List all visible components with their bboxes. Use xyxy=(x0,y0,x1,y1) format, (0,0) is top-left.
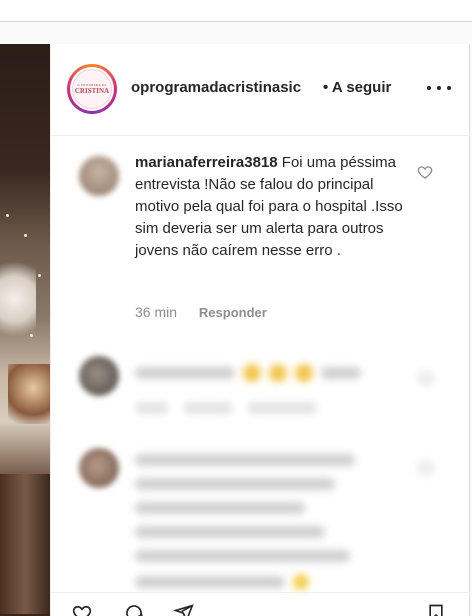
blurred-line xyxy=(183,402,233,414)
blurred-emoji xyxy=(269,364,287,382)
post-header: O PROGRAMA DA CRISTINA oprogramadacristi… xyxy=(51,44,471,136)
photo-light xyxy=(38,274,41,277)
reply-button[interactable]: Responder xyxy=(199,305,267,320)
blurred-line xyxy=(135,367,235,379)
dot xyxy=(437,86,441,90)
like-heart-icon[interactable] xyxy=(419,462,433,474)
like-heart-icon[interactable] xyxy=(419,372,433,384)
profile-avatar[interactable]: O PROGRAMA DA CRISTINA xyxy=(67,64,117,114)
browser-top-bar xyxy=(0,0,472,22)
comment-icon[interactable] xyxy=(123,603,145,616)
post-action-bar xyxy=(51,592,471,616)
comment-time: 36 min xyxy=(135,304,178,320)
photo-light xyxy=(30,334,33,337)
post-side-panel: O PROGRAMA DA CRISTINA oprogramadacristi… xyxy=(50,44,471,616)
logo-big-text: CRISTINA xyxy=(74,87,110,95)
blurred-line xyxy=(247,402,317,414)
blurred-line xyxy=(135,478,335,490)
blurred-line xyxy=(135,454,355,466)
photo-light xyxy=(12,294,15,297)
separator-dot: • xyxy=(323,79,329,96)
avatar-frame: O PROGRAMA DA CRISTINA xyxy=(70,67,114,111)
share-icon[interactable] xyxy=(173,603,195,616)
commenter-avatar[interactable] xyxy=(79,356,119,396)
post-photo[interactable] xyxy=(0,44,50,616)
like-heart-icon[interactable] xyxy=(417,164,433,180)
like-heart-icon[interactable] xyxy=(71,603,93,616)
blurred-emoji xyxy=(295,364,313,382)
photo-light xyxy=(6,214,9,217)
blurred-emoji xyxy=(243,364,261,382)
following-label: A seguir xyxy=(331,79,392,96)
blurred-line xyxy=(135,550,350,562)
photo-detail xyxy=(0,254,36,344)
photo-detail xyxy=(8,364,50,424)
blurred-comment-text xyxy=(135,454,385,590)
blurred-line xyxy=(135,502,305,514)
commenter-avatar[interactable] xyxy=(79,156,119,196)
comment-text-block: marianaferreira3818 Foi uma péssima entr… xyxy=(135,152,417,262)
blurred-line xyxy=(135,402,169,414)
blurred-line xyxy=(135,526,325,538)
comment-meta: 36 min Responder xyxy=(135,304,267,320)
dot xyxy=(447,86,451,90)
photo-detail xyxy=(0,474,50,614)
following-button[interactable]: • A seguir xyxy=(323,79,391,96)
blurred-comment-text xyxy=(135,364,385,426)
comment-username[interactable]: marianaferreira3818 xyxy=(135,154,278,171)
blurred-line xyxy=(321,367,361,379)
cristina-logo: O PROGRAMA DA CRISTINA xyxy=(72,69,112,109)
blurred-line xyxy=(135,576,285,588)
post-username[interactable]: oprogramadacristinasic xyxy=(131,79,321,96)
dot xyxy=(427,86,431,90)
commenter-avatar[interactable] xyxy=(79,448,119,488)
bookmark-icon[interactable] xyxy=(425,603,447,616)
more-options-icon[interactable] xyxy=(427,79,451,97)
photo-light xyxy=(24,234,27,237)
blurred-emoji xyxy=(293,574,309,590)
